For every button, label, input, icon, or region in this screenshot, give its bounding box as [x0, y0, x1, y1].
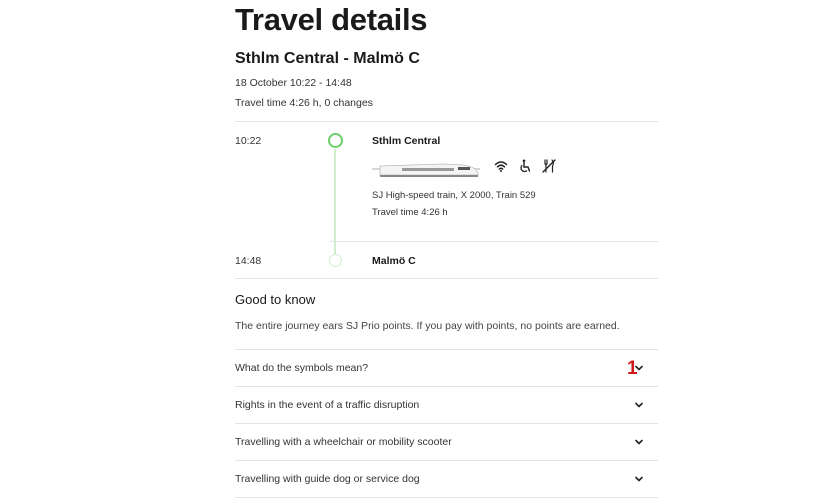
date-time-text: 18 October 10:22 - 14:48 — [235, 77, 352, 89]
divider — [330, 241, 658, 242]
accordion-label: What do the symbols mean? — [235, 362, 369, 374]
train-info: SJ High-speed train, X 2000, Train 529 — [372, 190, 536, 201]
chevron-down-icon[interactable] — [634, 437, 644, 447]
accordion-label: Rights in the event of a traffic disrupt… — [235, 399, 420, 411]
train-image — [372, 163, 480, 177]
accordion-guide-dog[interactable]: Travelling with guide dog or service dog — [235, 461, 658, 498]
page-title: Travel details — [235, 2, 428, 37]
good-to-know-heading: Good to know — [235, 292, 316, 307]
no-food-icon — [542, 159, 556, 173]
departure-time: 10:22 — [235, 135, 262, 147]
accordion-symbols[interactable]: What do the symbols mean? — [235, 350, 658, 387]
arrival-time: 14:48 — [235, 255, 262, 267]
accordion-label: Travelling with guide dog or service dog — [235, 473, 420, 485]
route-title: Sthlm Central - Malmö C — [235, 50, 420, 67]
wheelchair-icon — [520, 159, 531, 173]
amenity-icons — [494, 159, 556, 173]
accordion-traffic-disruption[interactable]: Rights in the event of a traffic disrupt… — [235, 387, 658, 424]
departure-dot — [328, 133, 343, 148]
accordion-wheelchair[interactable]: Travelling with a wheelchair or mobility… — [235, 424, 658, 461]
chevron-down-icon[interactable] — [634, 474, 644, 484]
good-to-know-text: The entire journey ears SJ Prio points. … — [235, 320, 620, 332]
divider — [235, 121, 658, 122]
travel-summary-text: Travel time 4:26 h, 0 changes — [235, 97, 373, 109]
chevron-down-icon[interactable] — [634, 400, 644, 410]
annotation-marker: 1 — [627, 358, 638, 379]
departure-station: Sthlm Central — [372, 135, 441, 147]
arrival-dot — [329, 254, 342, 267]
divider — [235, 278, 658, 279]
wifi-icon — [494, 161, 508, 172]
train-travel-time: Travel time 4:26 h — [372, 207, 448, 218]
divider — [235, 497, 658, 498]
timeline-line — [334, 149, 336, 254]
arrival-station: Malmö C — [372, 255, 416, 267]
accordion-label: Travelling with a wheelchair or mobility… — [235, 436, 452, 448]
